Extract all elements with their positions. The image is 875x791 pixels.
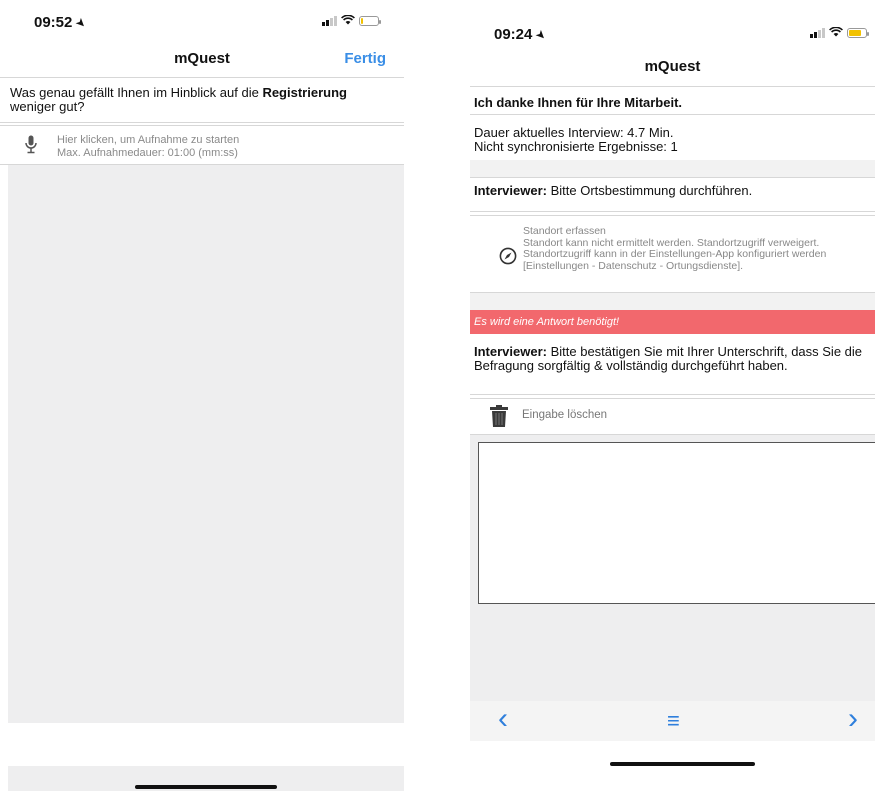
location-prompt-text: Bitte Ortsbestimmung durchführen. [546,183,753,198]
location-info: Standort erfassen Standort kann nicht er… [523,225,871,272]
status-icons [322,14,381,26]
done-button[interactable]: Fertig [344,50,386,67]
divider [470,114,875,115]
location-prompt-label: Interviewer: [474,183,547,198]
location-arrow-icon: ➤ [72,14,90,32]
signal-icon [810,27,825,38]
divider [470,211,875,212]
record-hint-line2: Max. Aufnahmedauer: 01:00 (mm:ss) [57,147,238,159]
status-bar: 09:52➤ [0,0,404,40]
divider [0,122,404,123]
section-gap [470,160,875,177]
signature-prompt: Interviewer: Bitte bestätigen Sie mit Ih… [474,345,875,373]
record-button[interactable]: Hier klicken, um Aufnahme zu starten Max… [0,126,404,164]
divider [470,394,875,395]
unsynced-text: Nicht synchronisierte Ergebnisse: 1 [474,139,678,154]
question-suffix: weniger gut? [10,99,85,114]
prev-button[interactable]: ‹ [498,704,508,734]
right-phone-screen: 09:24➤ mQuest Ich danke Ihnen für Ihre M… [470,0,875,791]
status-time: 09:52➤ [34,14,90,32]
clear-input-label: Eingabe löschen [522,409,608,421]
home-indicator [135,785,277,789]
battery-icon [359,15,381,26]
location-capture-button[interactable]: Standort erfassen Standort kann nicht er… [470,216,875,292]
microphone-icon [22,134,40,156]
battery-icon [847,27,869,38]
menu-button[interactable]: ≡ [667,710,680,732]
content-background [8,165,404,723]
thanks-heading: Ich danke Ihnen für Ihre Mitarbeit. [474,95,683,110]
divider [470,86,875,87]
location-arrow-icon: ➤ [532,26,550,44]
divider [0,77,404,78]
location-title: Standort erfassen [523,225,606,237]
record-hint-line1: Hier klicken, um Aufnahme zu starten [57,134,240,146]
bottom-toolbar: ‹ ≡ › [470,701,875,741]
divider [470,177,875,178]
location-message: Standort kann nicht ermittelt werden. St… [523,236,827,272]
section-gap [470,293,875,310]
question-keyword: Registrierung [262,85,347,100]
wifi-icon [829,26,843,38]
location-prompt: Interviewer: Bitte Ortsbestimmung durchf… [474,184,867,198]
left-phone-screen: 09:52➤ mQuest Fertig Was genau gefällt I… [0,0,404,791]
status-time: 09:24➤ [494,26,550,44]
question-text: Was genau gefällt Ihnen im Hinblick auf … [10,86,396,114]
status-icons [810,26,869,38]
nav-title: mQuest [644,58,701,75]
error-banner: Es wird eine Antwort benötigt! [470,310,875,334]
wifi-icon [341,14,355,26]
signal-icon [322,15,337,26]
clear-input-button[interactable]: Eingabe löschen [470,399,875,434]
nav-bar: mQuest Fertig [0,44,404,80]
home-indicator [610,762,755,766]
compass-icon [498,246,518,266]
duration-text: Dauer aktuelles Interview: 4.7 Min. [474,125,674,140]
status-bar: 09:24➤ [470,0,875,44]
nav-bar: mQuest [470,54,875,90]
next-button[interactable]: › [848,704,858,734]
question-prefix: Was genau gefällt Ihnen im Hinblick auf … [10,85,263,100]
trash-icon [488,404,510,428]
signature-prompt-label: Interviewer: [474,344,547,359]
signature-pad[interactable] [478,442,875,604]
